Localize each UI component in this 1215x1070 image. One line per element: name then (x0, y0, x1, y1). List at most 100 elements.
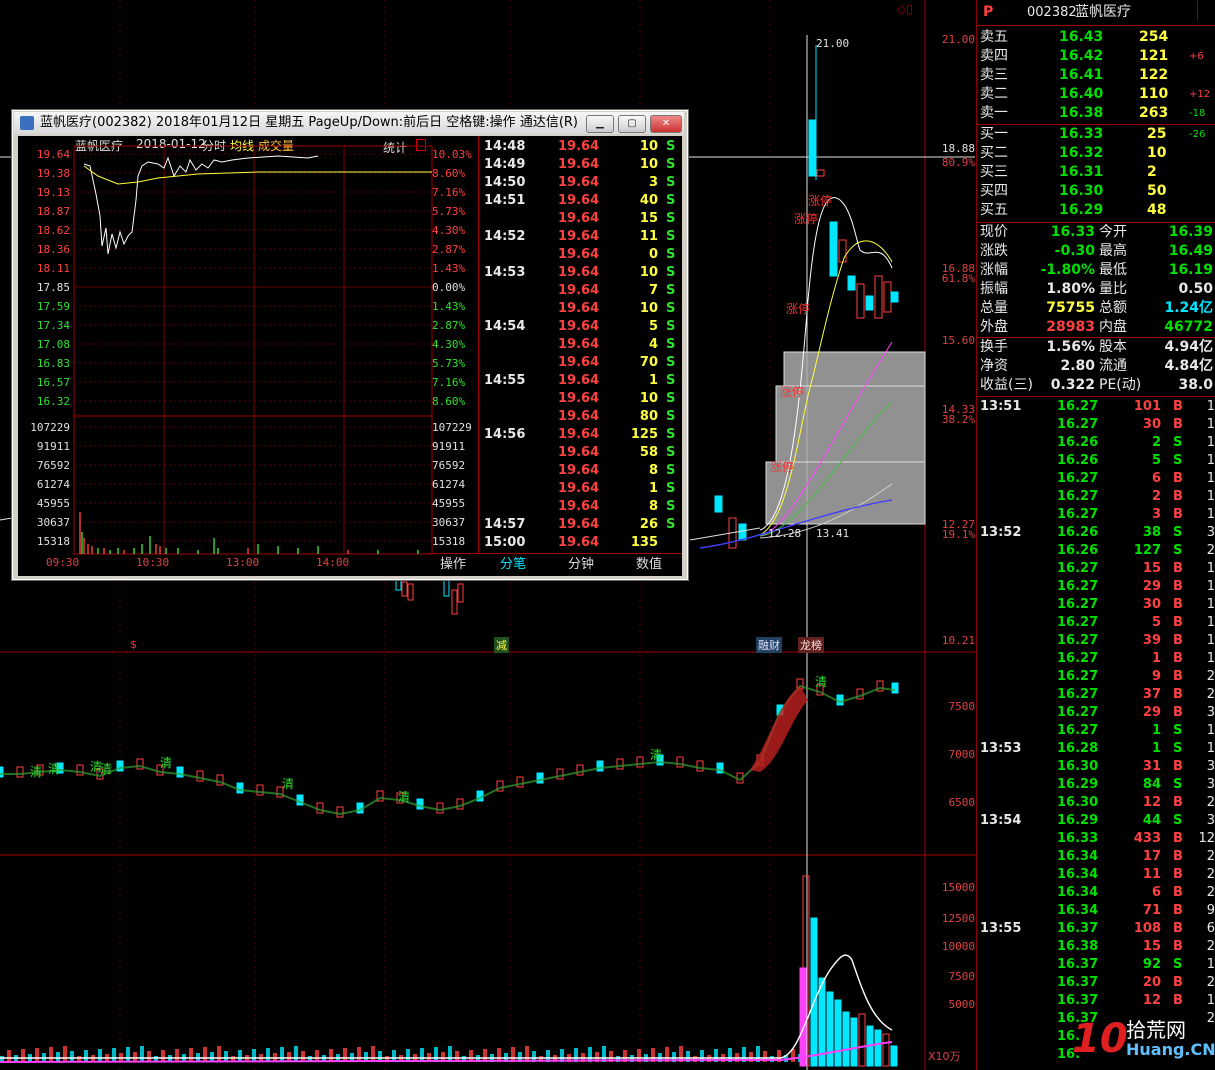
tick-row[interactable]: 14:56 19.64 125 S (480, 426, 682, 444)
intraday-popup-window[interactable]: 蓝帆医疗(002382) 2018年01月12日 星期五 PageUp/Down… (11, 109, 689, 581)
low-price-annotation: 12.28 (768, 527, 802, 540)
trade-row[interactable]: 16.27 3 B 1 (977, 506, 1215, 525)
bid-row[interactable]: 买二 16.32 10 (977, 144, 1215, 163)
maximize-button[interactable]: ▢ (618, 115, 646, 133)
mini-y-left-label: 17.85 (36, 281, 70, 294)
tick-row[interactable]: 19.64 7 S (480, 282, 682, 300)
tick-row[interactable]: 19.64 8 S (480, 498, 682, 516)
trade-row[interactable]: 16.29 84 S 3 (977, 776, 1215, 795)
trade-row[interactable]: 16.26 127 S 2 (977, 542, 1215, 561)
ask-row[interactable]: 卖一 16.38 263 -18 (977, 104, 1215, 123)
quote-stock-code: 002382 (1027, 5, 1077, 20)
tick-row[interactable]: 19.64 0 S (480, 246, 682, 264)
quote-stat-row[interactable]: 净资 2.80 流通 4.84亿 (977, 357, 1215, 376)
trade-row[interactable]: 13:55 16.37 108 B 6 (977, 920, 1215, 939)
quote-stat-row[interactable]: 振幅 1.80% 量比 0.50 (977, 280, 1215, 299)
quote-stat-row[interactable]: 外盘 28983 内盘 46772 (977, 318, 1215, 337)
bid-row[interactable]: 买一 16.33 25 -26 (977, 125, 1215, 144)
event-marker[interactable]: $ (130, 638, 137, 651)
trade-price: 16.26 (1057, 453, 1099, 468)
trade-row[interactable]: 16.27 1 S 1 (977, 722, 1215, 741)
trade-row[interactable]: 16.27 1 B 1 (977, 650, 1215, 669)
tick-row[interactable]: 19.64 8 S (480, 462, 682, 480)
trade-row[interactable]: 16.30 12 B 2 (977, 794, 1215, 813)
tick-row[interactable]: 14:49 19.64 10 S (480, 156, 682, 174)
trade-row[interactable]: 16.27 5 B 1 (977, 614, 1215, 633)
trade-row[interactable]: 16.33 433 B 12 (977, 830, 1215, 849)
trade-row[interactable]: 16.27 2 B 1 (977, 488, 1215, 507)
trade-row[interactable]: 16.26 5 S 1 (977, 452, 1215, 471)
trade-row[interactable]: 13:53 16.28 1 S 1 (977, 740, 1215, 759)
intraday-mini-chart[interactable] (18, 136, 478, 576)
trade-row[interactable]: 16.27 37 B 2 (977, 686, 1215, 705)
quote-stat-row[interactable]: 收益(三) 0.322 PE(动) 38.0 (977, 376, 1215, 395)
tick-row[interactable]: 14:54 19.64 5 S (480, 318, 682, 336)
trade-row[interactable]: 16.26 2 S 1 (977, 434, 1215, 453)
trade-row[interactable]: 16.34 6 B 2 (977, 884, 1215, 903)
ask-row[interactable]: 卖四 16.42 121 +6 (977, 47, 1215, 66)
trade-row[interactable]: 13:54 16.29 44 S 3 (977, 812, 1215, 831)
tick-row[interactable]: 14:53 19.64 10 S (480, 264, 682, 282)
tick-row[interactable]: 19.64 4 S (480, 336, 682, 354)
trade-row[interactable]: 16.37 12 B 1 (977, 992, 1215, 1011)
trade-row[interactable]: 16.37 92 S 1 (977, 956, 1215, 975)
trade-row[interactable]: 16.34 11 B 2 (977, 866, 1215, 885)
tick-row[interactable]: 15:00 19.64 135 (480, 534, 682, 552)
event-marker[interactable]: 融财 (756, 637, 782, 653)
tick-row[interactable]: 14:51 19.64 40 S (480, 192, 682, 210)
tick-row[interactable]: 19.64 15 S (480, 210, 682, 228)
tab-values[interactable]: 数值 (616, 554, 682, 576)
trade-row[interactable]: 16.37 20 B 2 (977, 974, 1215, 993)
tick-row[interactable]: 14:52 19.64 11 S (480, 228, 682, 246)
trade-row[interactable]: 16.38 15 B 2 (977, 938, 1215, 957)
quote-stat-row[interactable]: 总量 75755 总额 1.24亿 (977, 299, 1215, 318)
bid-row[interactable]: 买五 16.29 48 (977, 201, 1215, 220)
ask-row[interactable]: 卖三 16.41 122 (977, 66, 1215, 85)
popup-titlebar[interactable]: 蓝帆医疗(002382) 2018年01月12日 星期五 PageUp/Down… (14, 112, 684, 134)
trade-row[interactable]: 16.27 30 B 1 (977, 416, 1215, 435)
trade-row[interactable]: 16.27 39 B 1 (977, 632, 1215, 651)
quote-stat-row[interactable]: 现价 16.33 今开 16.39 (977, 223, 1215, 242)
trade-row[interactable]: 16.27 9 B 2 (977, 668, 1215, 687)
trade-row[interactable]: 16.34 17 B 2 (977, 848, 1215, 867)
tick-row[interactable]: 14:55 19.64 1 S (480, 372, 682, 390)
trade-row[interactable]: 13:51 16.27 101 B 1 (977, 398, 1215, 417)
tick-row[interactable]: 19.64 70 S (480, 354, 682, 372)
tick-row[interactable]: 19.64 1 S (480, 480, 682, 498)
ask-row[interactable]: 卖二 16.40 110 +12 (977, 85, 1215, 104)
trade-row[interactable]: 13:52 16.26 38 S 3 (977, 524, 1215, 543)
bid-row[interactable]: 买三 16.31 2 (977, 163, 1215, 182)
quote-stat-row[interactable]: 涨幅 -1.80% 最低 16.19 (977, 261, 1215, 280)
trade-row[interactable]: 16.27 6 B 1 (977, 470, 1215, 489)
tab-minutes[interactable]: 分钟 (548, 554, 614, 576)
trade-price: 16.27 (1057, 723, 1099, 738)
quote-stat-row[interactable]: 涨跌 -0.30 最高 16.49 (977, 242, 1215, 261)
trade-row[interactable]: 16.34 71 B 9 (977, 902, 1215, 921)
tab-operate[interactable]: 操作 (428, 554, 478, 576)
tick-row[interactable]: 19.64 10 S (480, 390, 682, 408)
trade-side: B (1173, 597, 1183, 612)
trade-volume: 2 (1151, 435, 1161, 450)
close-button[interactable]: ✕ (650, 115, 682, 133)
trade-row[interactable]: 16.27 29 B 3 (977, 704, 1215, 723)
trade-row[interactable]: 16.27 29 B 1 (977, 578, 1215, 597)
tab-ticks[interactable]: 分笔 (480, 554, 546, 576)
tick-row[interactable]: 19.64 58 S (480, 444, 682, 462)
trade-row[interactable]: 16.27 30 B 1 (977, 596, 1215, 615)
bid-row[interactable]: 买四 16.30 50 (977, 182, 1215, 201)
tick-row[interactable]: 14:57 19.64 26 S (480, 516, 682, 534)
trade-row[interactable]: 16.27 15 B 1 (977, 560, 1215, 579)
watermark-site: Huang.CN (1126, 1040, 1215, 1059)
quote-stat-row[interactable]: 换手 1.56% 股本 4.94亿 (977, 338, 1215, 357)
stat-value: 1.24亿 (1164, 300, 1213, 316)
tick-row[interactable]: 14:50 19.64 3 S (480, 174, 682, 192)
panel-toggle-icon[interactable]: ◇▯ (897, 2, 913, 16)
minimize-button[interactable]: ▁ (586, 115, 614, 133)
event-marker[interactable]: 减 (494, 637, 509, 653)
ask-row[interactable]: 卖五 16.43 254 (977, 28, 1215, 47)
tick-row[interactable]: 14:48 19.64 10 S (480, 138, 682, 156)
tick-row[interactable]: 19.64 10 S (480, 300, 682, 318)
trade-row[interactable]: 16.30 31 B 3 (977, 758, 1215, 777)
event-marker[interactable]: 龙榜 (798, 637, 824, 653)
tick-row[interactable]: 19.64 80 S (480, 408, 682, 426)
